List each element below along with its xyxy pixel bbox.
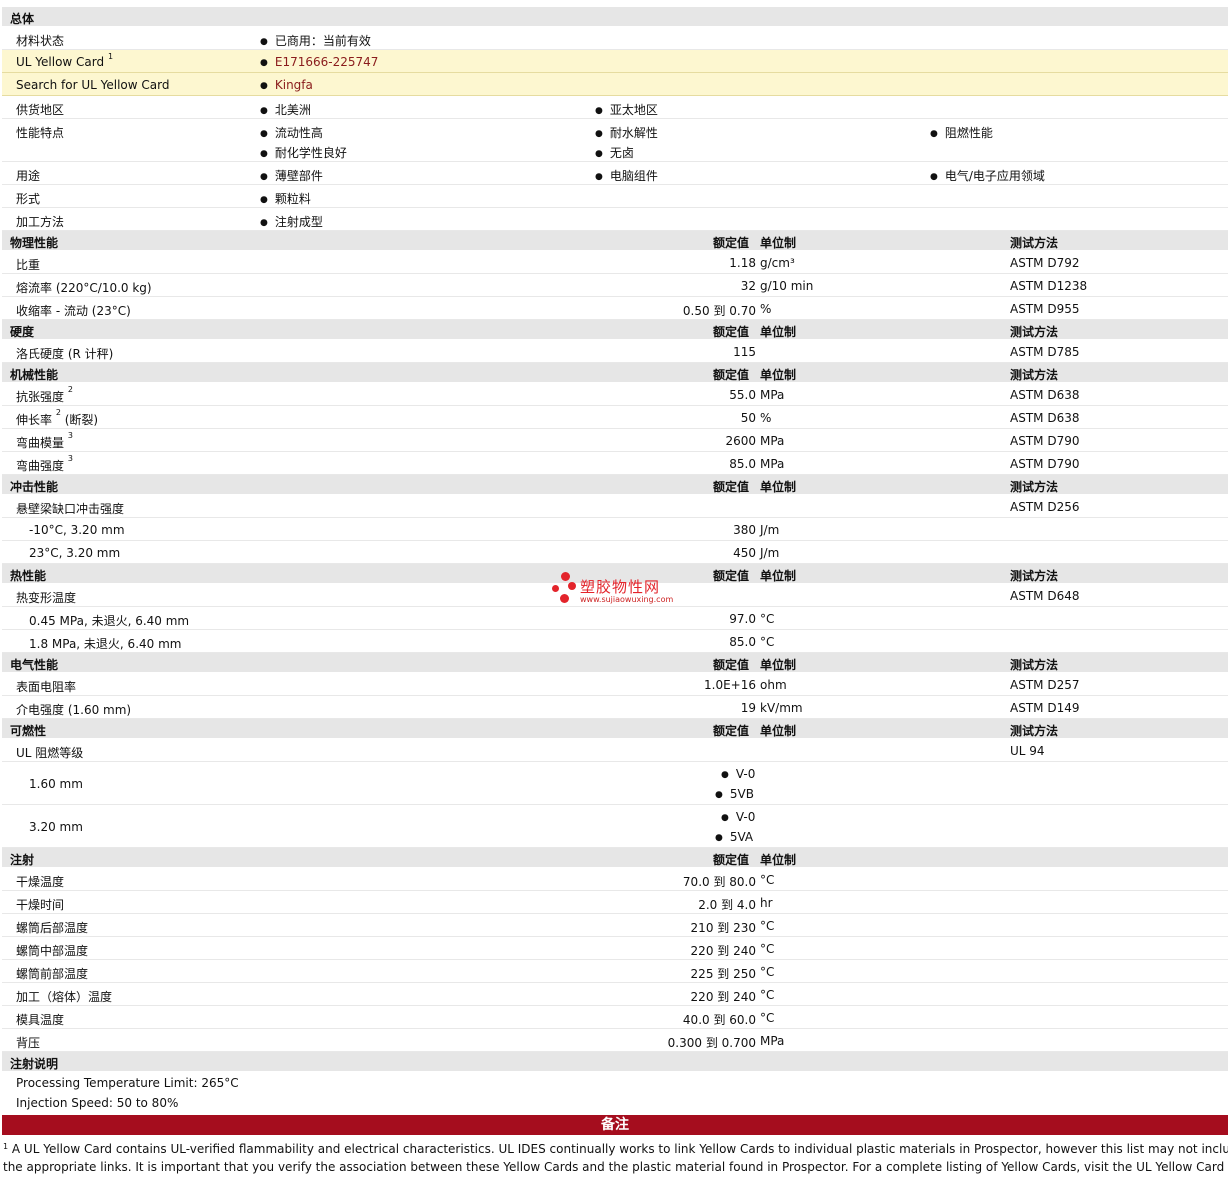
table-row: 弯曲模量 3 2600 MPa ASTM D790 — [2, 429, 1228, 452]
remarks-banner: 备注 — [2, 1115, 1228, 1135]
availability-item: 北美洲 — [260, 101, 311, 118]
table-row: 背压 0.300 到 0.700 MPa — [2, 1029, 1228, 1052]
table-row: UL 阻燃等级 UL 94 — [2, 739, 1228, 762]
flammability-rating: 5VB — [715, 787, 754, 801]
use-item: 电脑组件 — [595, 167, 658, 184]
table-row: 收缩率 - 流动 (23°C) 0.50 到 0.70 % ASTM D955 — [2, 297, 1228, 320]
table-row: 螺筒中部温度 220 到 240 °C — [2, 937, 1228, 960]
search-yellow-card-link[interactable]: Kingfa — [260, 78, 313, 92]
feature-item: 流动性高 — [260, 124, 323, 141]
form-value: 颗粒料 — [260, 190, 311, 207]
section-mechanical: 机械性能 额定值 单位制 测试方法 — [2, 363, 1228, 383]
watermark-name: 塑胶物性网 — [580, 578, 661, 596]
logo-dots-icon — [552, 572, 578, 606]
table-row: 螺筒后部温度 210 到 230 °C — [2, 914, 1228, 937]
table-row: 洛氏硬度 (R 计秤) 115 ASTM D785 — [2, 340, 1228, 363]
processing-value: 注射成型 — [260, 213, 323, 230]
feature-item: 耐化学性良好 — [260, 144, 347, 161]
use-item: 电气/电子应用领域 — [930, 167, 1045, 184]
flammability-rating: 5VA — [715, 830, 753, 844]
watermark-logo: 塑胶物性网 www.sujiaowuxing.com — [552, 572, 682, 606]
yellow-card-row: UL Yellow Card 1 E171666-225747 — [2, 50, 1228, 73]
section-physical: 物理性能 额定值 单位制 测试方法 — [2, 231, 1228, 251]
watermark-url: www.sujiaowuxing.com — [580, 595, 674, 604]
section-hardness: 硬度 额定值 单位制 测试方法 — [2, 320, 1228, 340]
table-row: 模具温度 40.0 到 60.0 °C — [2, 1006, 1228, 1029]
table-row: 0.45 MPa, 未退火, 6.40 mm 97.0 °C — [2, 607, 1228, 630]
feature-item: 耐水解性 — [595, 124, 658, 141]
availability-item: 亚太地区 — [595, 101, 658, 118]
table-row: 1.8 MPa, 未退火, 6.40 mm 85.0 °C — [2, 630, 1228, 653]
table-row: 螺筒前部温度 225 到 250 °C — [2, 960, 1228, 983]
flammability-rating: V-0 — [721, 767, 755, 781]
table-row: 23°C, 3.20 mm 450 J/m — [2, 541, 1228, 564]
yellow-card-link[interactable]: E171666-225747 — [260, 55, 379, 69]
table-row: 3.20 mm V-0 5VA — [2, 805, 1228, 848]
section-flammability: 可燃性 额定值 单位制 测试方法 — [2, 719, 1228, 739]
table-row: 抗张强度 2 55.0 MPa ASTM D638 — [2, 383, 1228, 406]
injection-notes: Processing Temperature Limit: 265°C Inje… — [2, 1072, 1228, 1115]
section-injection-notes: 注射说明 — [2, 1052, 1228, 1072]
section-electrical: 电气性能 额定值 单位制 测试方法 — [2, 653, 1228, 673]
section-impact: 冲击性能 额定值 单位制 测试方法 — [2, 475, 1228, 495]
table-row: 干燥温度 70.0 到 80.0 °C — [2, 868, 1228, 891]
section-general: 总体 — [2, 7, 1228, 27]
feature-item: 无卤 — [595, 144, 634, 161]
table-row: -10°C, 3.20 mm 380 J/m — [2, 518, 1228, 541]
table-row: 1.60 mm V-0 5VB — [2, 762, 1228, 805]
material-status-label: 材料状态 — [16, 34, 65, 48]
table-row: 伸长率 2 (断裂) 50 % ASTM D638 — [2, 406, 1228, 429]
table-row: 表面电阻率 1.0E+16 ohm ASTM D257 — [2, 673, 1228, 696]
table-row: 比重 1.18 g/cm³ ASTM D792 — [2, 251, 1228, 274]
table-row: 加工（熔体）温度 220 到 240 °C — [2, 983, 1228, 1006]
table-row: 悬壁梁缺口冲击强度 ASTM D256 — [2, 495, 1228, 518]
search-yellow-card-row: Search for UL Yellow Card Kingfa — [2, 73, 1228, 96]
material-status-value: 已商用：当前有效 — [260, 32, 371, 49]
table-row: 介电强度 (1.60 mm) 19 kV/mm ASTM D149 — [2, 696, 1228, 719]
section-injection: 注射 额定值 单位制 — [2, 848, 1228, 868]
use-item: 薄壁部件 — [260, 167, 323, 184]
table-row: 弯曲强度 3 85.0 MPa ASTM D790 — [2, 452, 1228, 475]
feature-item: 阻燃性能 — [930, 124, 993, 141]
table-row: 熔流率 (220°C/10.0 kg) 32 g/10 min ASTM D12… — [2, 274, 1228, 297]
table-row: 干燥时间 2.0 到 4.0 hr — [2, 891, 1228, 914]
flammability-rating: V-0 — [721, 810, 755, 824]
footnote: 1 A UL Yellow Card contains UL-verified … — [3, 1142, 1228, 1174]
